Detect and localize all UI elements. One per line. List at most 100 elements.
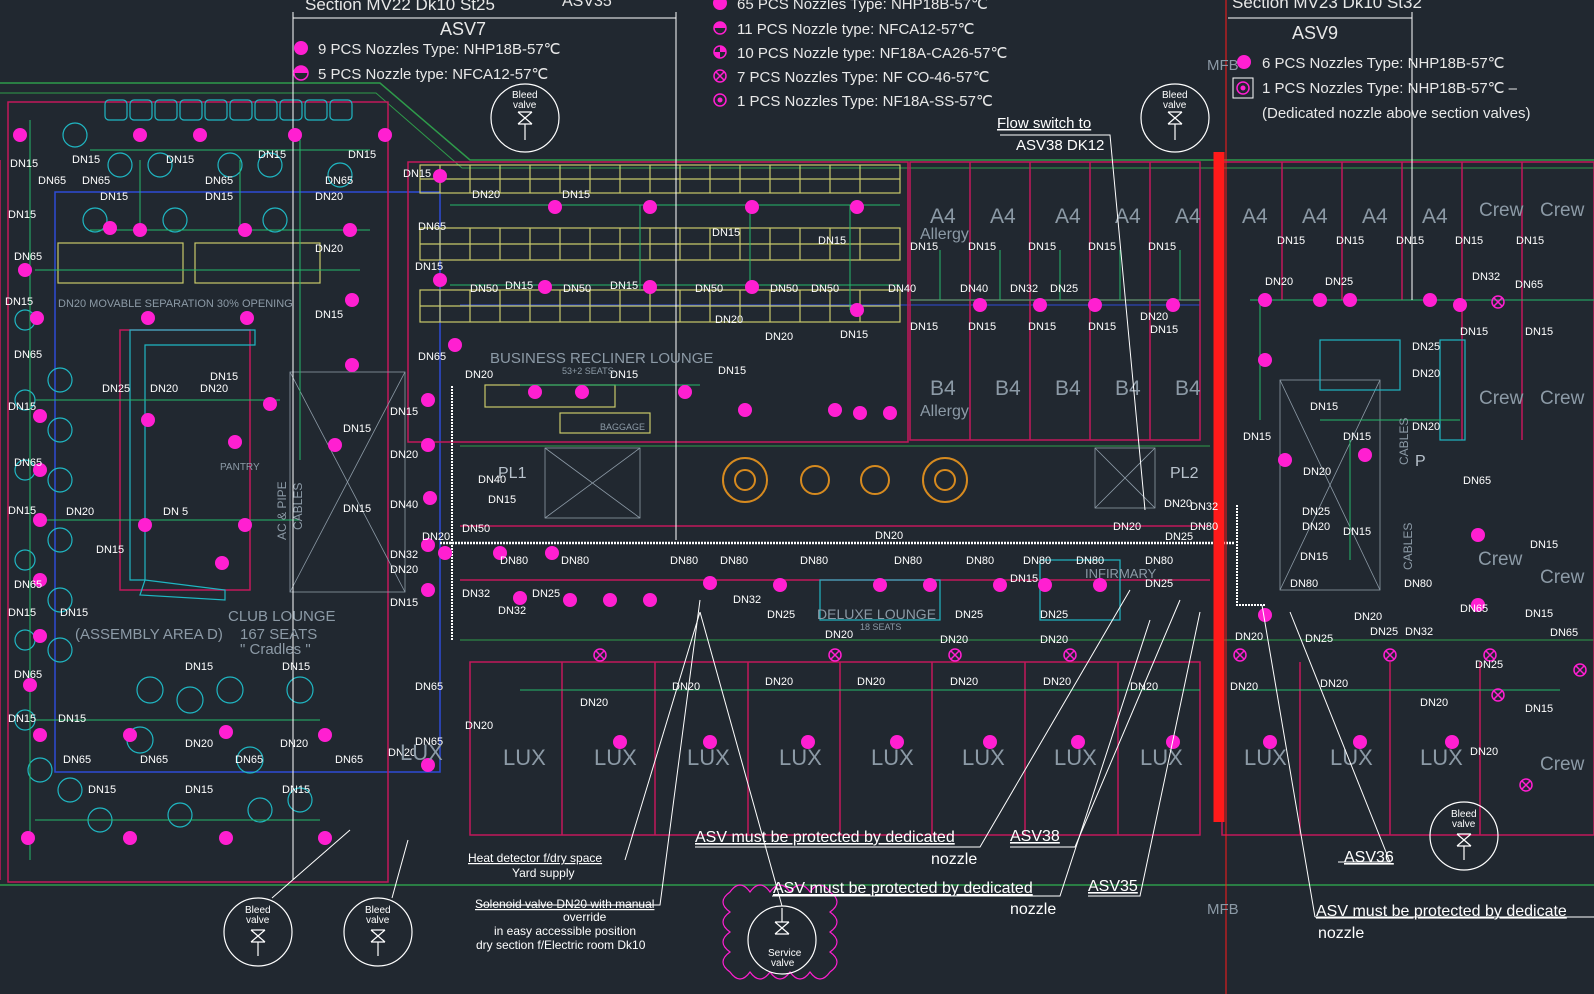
pipe-size-label: DN40	[390, 499, 418, 511]
pipe-size-label: DN15	[1300, 551, 1328, 563]
movable-separation-label: DN20 MOVABLE SEPARATION 30% OPENING	[58, 298, 293, 310]
pipe-size-label: DN65	[14, 579, 42, 591]
pipe-size-label: DN15	[1336, 235, 1364, 247]
sprinkler-nozzle	[513, 591, 527, 605]
pipe-size-label: DN15	[610, 280, 638, 292]
a4-label-1: A4	[930, 205, 956, 228]
co-nozzle	[1491, 688, 1505, 702]
pipe-size-label: DN65	[14, 349, 42, 361]
co-nozzle	[1383, 648, 1397, 662]
pipe-size-label: DN32	[390, 549, 418, 561]
pipe-size-label: DN15	[910, 321, 938, 333]
legend-mid-quarter-icon	[713, 45, 727, 59]
pipe-size-label: DN20	[390, 449, 418, 461]
pipe-size-label: DN20	[1043, 676, 1071, 688]
cables-label-right: CABLES	[1397, 418, 1411, 465]
pantry-label: PANTRY	[220, 462, 260, 473]
pipe-size-label: DN15	[1028, 321, 1056, 333]
asv38-label: ASV38	[1010, 828, 1060, 845]
pipe-size-label: DN15	[1310, 401, 1338, 413]
sprinkler-nozzle	[1343, 293, 1357, 307]
pipe-size-label: DN15	[1525, 326, 1553, 338]
assembly-area-label: (ASSEMBLY AREA D)	[75, 626, 223, 643]
pipe-size-label: DN15	[1148, 241, 1176, 253]
pipe-size-label: DN15	[96, 544, 124, 556]
pipe-size-label: DN20	[1412, 368, 1440, 380]
sprinkler-nozzle	[745, 280, 759, 294]
pipe-size-label: DN20	[1320, 678, 1348, 690]
pipe-size-label: DN65	[1463, 475, 1491, 487]
sprinkler-nozzle	[828, 403, 842, 417]
pipe-size-label: DN65	[63, 754, 91, 766]
sprinkler-nozzle	[433, 169, 447, 183]
legend-mid-row-4: 7 PCS Nozzles Type: NF CO-46-57℃	[737, 69, 990, 86]
lux-label-11: LUX	[1420, 745, 1463, 770]
pipe-size-label: DN25	[955, 609, 983, 621]
a4-label-8: A4	[1362, 205, 1388, 228]
pipe-size-label: DN15	[282, 661, 310, 673]
pipe-size-label: DN25	[1475, 659, 1503, 671]
solenoid-label-2: override	[563, 910, 607, 924]
solenoid-label-4: dry section f/Electric room Dk10	[476, 938, 646, 952]
pipe-size-label: DN80	[720, 555, 748, 567]
pipe-size-label: DN65	[1550, 627, 1578, 639]
pipe-size-label: DN20	[66, 506, 94, 518]
cables-label-right2: CABLES	[1401, 523, 1415, 570]
deluxe-lounge-label: DELUXE LOUNGE	[817, 606, 936, 622]
pipe-size-label: DN15	[58, 713, 86, 725]
sprinkler-nozzle	[1278, 453, 1292, 467]
pipe-size-label: DN20	[765, 676, 793, 688]
sprinkler-nozzle	[545, 546, 559, 560]
pipe-size-label: DN20	[390, 564, 418, 576]
lux-label-2: LUX	[594, 745, 637, 770]
lux-label-1: LUX	[503, 745, 546, 770]
sprinkler-nozzle	[923, 578, 937, 592]
pipe-size-label: DN65	[418, 221, 446, 233]
pipe-size-label: DN20	[1412, 421, 1440, 433]
lux-label-9: LUX	[1244, 745, 1287, 770]
pipe-size-label: DN15	[712, 227, 740, 239]
infirmary-label: INFIRMARY	[1085, 566, 1157, 581]
sprinkler-nozzle	[873, 578, 887, 592]
sprinkler-nozzle	[18, 263, 32, 277]
sprinkler-nozzle	[238, 223, 252, 237]
pipe-size-label: DN15	[210, 371, 238, 383]
flow-switch-label-1: Flow switch to	[997, 115, 1091, 132]
sprinkler-nozzle	[21, 831, 35, 845]
sprinkler-nozzle	[33, 728, 47, 742]
pipe-size-label: DN65	[14, 251, 42, 263]
sprinkler-nozzle	[141, 413, 155, 427]
bleed-valve-top-left: Bleed valve	[490, 83, 560, 153]
pipe-size-label: DN15	[1028, 241, 1056, 253]
mfb-top-label: MFB	[1207, 57, 1239, 74]
sprinkler-nozzle	[141, 311, 155, 325]
sprinkler-nozzle	[563, 593, 577, 607]
sprinkler-nozzle	[1258, 293, 1272, 307]
sprinkler-nozzle	[133, 128, 147, 142]
pipe-size-label: DN25	[1305, 633, 1333, 645]
lux-label-6: LUX	[962, 745, 1005, 770]
pipe-size-label: DN15	[415, 261, 443, 273]
a4-label-7: A4	[1302, 205, 1328, 228]
club-sofas	[57, 242, 651, 434]
pipe-size-label: DN80	[894, 555, 922, 567]
sprinkler-nozzle	[133, 223, 147, 237]
pipe-size-label: DN15	[72, 154, 100, 166]
asv36-label: ASV36	[1344, 849, 1394, 866]
pipe-size-label: DN25	[1325, 276, 1353, 288]
sprinkler-nozzle	[1088, 298, 1102, 312]
asv-protect-label-2b: nozzle	[1010, 901, 1056, 918]
sprinkler-nozzle	[538, 280, 552, 294]
co-nozzle	[948, 648, 962, 662]
sprinkler-nozzle	[643, 200, 657, 214]
pipe-size-label: DN20	[200, 383, 228, 395]
pl1-label: PL1	[498, 465, 527, 482]
pipe-size-label: DN20	[765, 331, 793, 343]
pipe-size-label: DN20	[950, 676, 978, 688]
sprinkler-nozzle	[575, 385, 589, 399]
b4-label-4: B4	[1115, 377, 1141, 400]
svg-text:valve: valve	[1452, 819, 1476, 830]
heat-detector-label-2: Yard supply	[512, 866, 574, 880]
pipe-size-label: DN32	[1190, 501, 1218, 513]
business-lounge-label: BUSINESS RECLINER LOUNGE	[490, 350, 713, 367]
